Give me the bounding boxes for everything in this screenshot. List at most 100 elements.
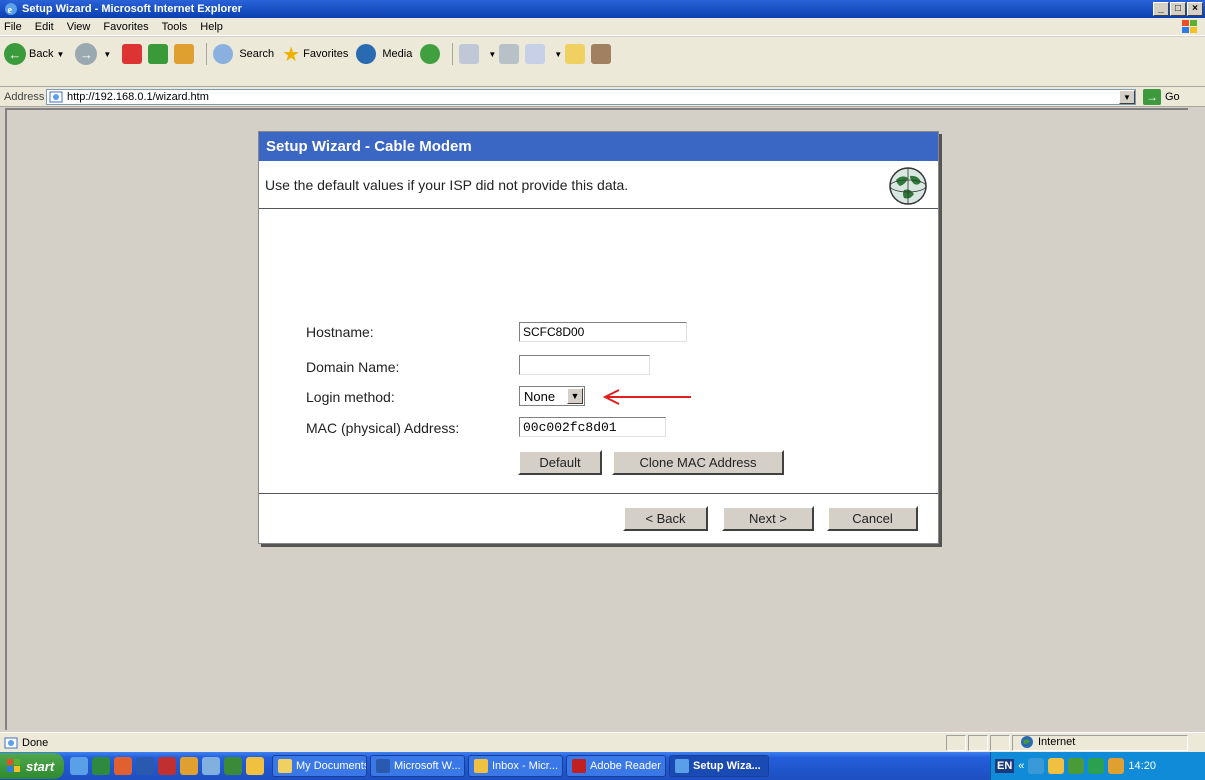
vertical-scrollbar[interactable] bbox=[1188, 108, 1205, 730]
hostname-input[interactable]: SCFC8D00 bbox=[519, 322, 687, 342]
internet-explorer-icon: e bbox=[5, 3, 17, 16]
address-dropdown-icon[interactable]: ▼ bbox=[1119, 90, 1135, 104]
printer-tray-icon[interactable] bbox=[1068, 758, 1085, 774]
task-label: Microsoft W... bbox=[394, 760, 461, 772]
quick-launch bbox=[70, 757, 264, 775]
ie-quicklaunch-icon[interactable] bbox=[70, 757, 88, 775]
taskbar-item-adobe-reader[interactable]: Adobe Reader bbox=[566, 755, 666, 777]
go-button[interactable]: → Go bbox=[1143, 89, 1180, 105]
close-button[interactable]: × bbox=[1187, 2, 1203, 16]
outlook-quicklaunch-icon[interactable] bbox=[246, 757, 264, 775]
media-icon bbox=[356, 44, 377, 64]
menu-help[interactable]: Help bbox=[200, 21, 223, 33]
favorites-button[interactable]: ★ Favorites bbox=[282, 42, 348, 67]
menu-bar: File Edit View Favorites Tools Help bbox=[0, 18, 1205, 36]
address-bar: Address http://192.168.0.1/wizard.htm ▼ … bbox=[0, 87, 1205, 107]
folder-icon[interactable] bbox=[565, 44, 586, 64]
internet-zone-icon bbox=[1021, 736, 1033, 748]
word-icon bbox=[376, 759, 390, 773]
back-button[interactable]: ← Back ▼ bbox=[4, 43, 67, 65]
outlook-tray-icon[interactable] bbox=[1048, 758, 1065, 774]
taskbar-item-inbox[interactable]: Inbox - Micr... bbox=[468, 755, 563, 777]
maximize-button[interactable]: □ bbox=[1170, 2, 1186, 16]
search-button[interactable]: Search bbox=[213, 44, 274, 64]
media-quicklaunch-icon[interactable] bbox=[224, 757, 242, 775]
wizard-title: Setup Wizard - Cable Modem bbox=[259, 132, 938, 161]
taskbar-item-my-documents[interactable]: My Documents bbox=[272, 755, 367, 777]
domain-name-input[interactable] bbox=[519, 355, 650, 375]
show-hidden-icons-icon[interactable]: « bbox=[1018, 760, 1024, 772]
mac-address-label: MAC (physical) Address: bbox=[306, 420, 460, 436]
media-label: Media bbox=[382, 48, 413, 60]
start-label: start bbox=[26, 758, 55, 774]
menu-edit[interactable]: Edit bbox=[35, 21, 54, 33]
home-icon[interactable] bbox=[174, 44, 195, 64]
internet-explorer-icon bbox=[675, 759, 689, 773]
start-button[interactable]: start bbox=[0, 753, 64, 779]
back-wizard-button[interactable]: < Back bbox=[623, 506, 708, 531]
wizard-form: Hostname: SCFC8D00 Domain Name: Login me… bbox=[259, 209, 938, 494]
excel-quicklaunch-icon[interactable] bbox=[92, 757, 110, 775]
minimize-button[interactable]: _ bbox=[1153, 2, 1169, 16]
status-panel bbox=[946, 735, 966, 751]
zone-label: Internet bbox=[1038, 736, 1076, 748]
task-label: Setup Wiza... bbox=[693, 760, 761, 772]
window-titlebar: e Setup Wizard - Microsoft Internet Expl… bbox=[0, 0, 1205, 18]
menu-file[interactable]: File bbox=[4, 21, 22, 33]
address-input[interactable]: http://192.168.0.1/wizard.htm ▼ bbox=[46, 89, 1136, 105]
wizard-footer: < Back Next > Cancel bbox=[259, 494, 938, 542]
forward-arrow-icon: → bbox=[75, 43, 98, 65]
default-button[interactable]: Default bbox=[518, 450, 602, 475]
next-button[interactable]: Next > bbox=[722, 506, 814, 531]
refresh-icon[interactable] bbox=[148, 44, 169, 64]
domain-name-label: Domain Name: bbox=[306, 359, 400, 375]
security-zone: Internet bbox=[1020, 735, 1075, 749]
menu-view[interactable]: View bbox=[67, 21, 91, 33]
network-tray-icon[interactable] bbox=[1028, 758, 1045, 774]
go-label: Go bbox=[1165, 91, 1180, 103]
language-indicator[interactable]: EN bbox=[995, 759, 1015, 773]
edit-icon[interactable] bbox=[525, 44, 546, 64]
wizard-subtitle: Use the default values if your ISP did n… bbox=[265, 176, 629, 193]
app-quicklaunch-icon[interactable] bbox=[158, 757, 176, 775]
system-tray: EN « 14:20 bbox=[990, 752, 1205, 780]
red-arrow-annotation-icon bbox=[602, 389, 691, 405]
word-quicklaunch-icon[interactable] bbox=[136, 757, 154, 775]
page-icon bbox=[49, 91, 63, 103]
mac-address-input[interactable]: 00c002fc8d01 bbox=[519, 417, 666, 437]
stop-icon[interactable] bbox=[122, 44, 143, 64]
research-icon[interactable] bbox=[591, 44, 612, 64]
toolbar-separator bbox=[452, 43, 454, 65]
dropdown-arrow-icon: ▼ bbox=[56, 49, 65, 59]
history-icon[interactable] bbox=[420, 44, 441, 64]
menu-favorites[interactable]: Favorites bbox=[103, 21, 148, 33]
status-panel bbox=[968, 735, 988, 751]
powerpoint-quicklaunch-icon[interactable] bbox=[114, 757, 132, 775]
print-icon[interactable] bbox=[499, 44, 520, 64]
app-quicklaunch-icon[interactable] bbox=[202, 757, 220, 775]
taskbar-item-setup-wizard[interactable]: Setup Wiza... bbox=[669, 755, 769, 777]
task-label: Inbox - Micr... bbox=[492, 760, 559, 772]
clone-mac-address-button[interactable]: Clone MAC Address bbox=[612, 450, 784, 475]
menu-tools[interactable]: Tools bbox=[162, 21, 188, 33]
toolbar-separator bbox=[206, 43, 208, 65]
search-icon bbox=[213, 44, 234, 64]
messenger-quicklaunch-icon[interactable] bbox=[180, 757, 198, 775]
login-method-select[interactable]: None ▼ bbox=[519, 386, 585, 406]
antivirus-tray-icon[interactable] bbox=[1108, 758, 1125, 774]
forward-button[interactable]: → ▼ bbox=[75, 43, 114, 65]
dropdown-arrow-icon[interactable]: ▼ bbox=[554, 50, 562, 59]
media-button[interactable]: Media bbox=[356, 44, 412, 64]
address-url: http://192.168.0.1/wizard.htm bbox=[67, 91, 209, 103]
dropdown-arrow-icon[interactable]: ▼ bbox=[488, 50, 496, 59]
hostname-label: Hostname: bbox=[306, 324, 374, 340]
back-label: Back bbox=[29, 48, 54, 60]
back-arrow-icon: ← bbox=[4, 43, 26, 65]
cancel-button[interactable]: Cancel bbox=[827, 506, 918, 531]
taskbar-item-word[interactable]: Microsoft W... bbox=[370, 755, 465, 777]
mail-icon[interactable] bbox=[459, 44, 480, 64]
connection-tray-icon[interactable] bbox=[1088, 758, 1105, 774]
window-title: Setup Wizard - Microsoft Internet Explor… bbox=[22, 3, 242, 15]
taskbar: start My Documents Microsoft W... Inbox … bbox=[0, 752, 1205, 780]
status-panel bbox=[990, 735, 1010, 751]
